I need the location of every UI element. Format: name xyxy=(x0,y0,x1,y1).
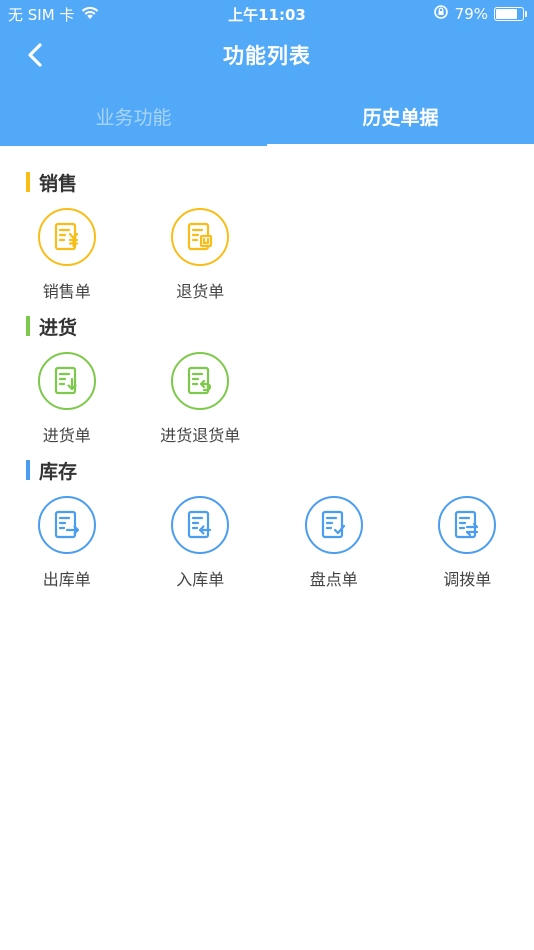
section-title: 销售 xyxy=(26,168,534,196)
tab-active-indicator xyxy=(267,144,534,148)
tab-history-documents[interactable]: 历史单据 xyxy=(267,86,534,148)
tab-label: 业务功能 xyxy=(95,106,172,129)
purchase-order-button[interactable]: 进货单 xyxy=(0,352,134,445)
tab-bar: 业务功能 历史单据 xyxy=(0,86,534,148)
cell-label: 入库单 xyxy=(176,570,225,589)
cell-label: 销售单 xyxy=(42,282,91,301)
stock-in-button[interactable]: 入库单 xyxy=(134,496,268,589)
purchase-order-icon xyxy=(37,352,96,410)
section-title-label: 库存 xyxy=(39,460,78,483)
section-accent-bar xyxy=(26,460,30,480)
cell-label: 退货单 xyxy=(176,282,225,301)
return-order-button[interactable]: 退货单 xyxy=(134,208,268,301)
stocktake-button[interactable]: 盘点单 xyxy=(267,496,401,589)
section-title-label: 销售 xyxy=(39,172,78,195)
return-order-icon xyxy=(171,208,230,266)
status-bar: 无 SIM 卡 上午11:03 79% xyxy=(0,0,534,28)
cell-label: 盘点单 xyxy=(309,570,358,589)
header: 无 SIM 卡 上午11:03 79% 功能列表 业务功能 历史单据 xyxy=(0,0,534,148)
carrier-label: 无 SIM 卡 xyxy=(8,5,75,24)
back-button[interactable] xyxy=(18,38,52,72)
function-list: 销售 销售单 退货单 进货 进货单 进货退货单 库存 出库单 入库单 盘点单 调… xyxy=(0,146,534,589)
battery-level xyxy=(496,9,517,19)
section-purchase: 进货 进货单 进货退货单 xyxy=(0,312,534,445)
cell-label: 调拨单 xyxy=(443,570,492,589)
transfer-button[interactable]: 调拨单 xyxy=(401,496,534,589)
orientation-lock-icon xyxy=(433,4,449,24)
battery-icon xyxy=(494,7,527,21)
cell-label: 出库单 xyxy=(42,570,91,589)
nav-bar: 功能列表 xyxy=(0,28,534,82)
wifi-icon xyxy=(80,5,100,24)
cell-label: 进货单 xyxy=(42,426,91,445)
chevron-left-icon xyxy=(28,43,42,67)
stock-out-icon xyxy=(37,496,96,554)
tab-label: 历史单据 xyxy=(362,106,439,129)
section-accent-bar xyxy=(26,316,30,336)
tab-business-functions[interactable]: 业务功能 xyxy=(0,86,267,146)
stocktake-icon xyxy=(304,496,363,554)
purchase-return-icon xyxy=(171,352,230,410)
transfer-icon xyxy=(438,496,497,554)
purchase-return-button[interactable]: 进货退货单 xyxy=(134,352,268,445)
section-sales: 销售 销售单 退货单 xyxy=(0,168,534,301)
section-title-label: 进货 xyxy=(39,316,78,339)
cell-label: 进货退货单 xyxy=(160,426,241,445)
sales-order-button[interactable]: 销售单 xyxy=(0,208,134,301)
stock-in-icon xyxy=(171,496,230,554)
sales-order-icon xyxy=(37,208,96,266)
stock-out-button[interactable]: 出库单 xyxy=(0,496,134,589)
page-title: 功能列表 xyxy=(223,44,311,68)
section-accent-bar xyxy=(26,172,30,192)
section-inventory: 库存 出库单 入库单 盘点单 调拨单 xyxy=(0,456,534,589)
section-title: 库存 xyxy=(26,456,534,484)
battery-percent: 79% xyxy=(454,5,488,23)
section-title: 进货 xyxy=(26,312,534,340)
